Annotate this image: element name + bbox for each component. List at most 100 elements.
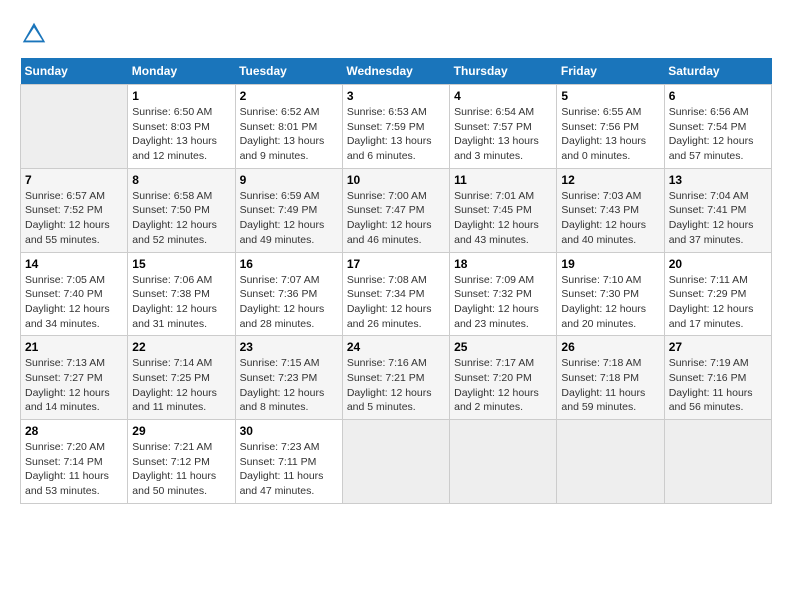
day-number: 21 — [25, 340, 123, 354]
day-number: 20 — [669, 257, 767, 271]
day-cell: 18 Sunrise: 7:09 AM Sunset: 7:32 PM Dayli… — [450, 252, 557, 336]
day-number: 7 — [25, 173, 123, 187]
day-info: Sunrise: 7:11 AM Sunset: 7:29 PM Dayligh… — [669, 273, 767, 332]
day-info: Sunrise: 6:56 AM Sunset: 7:54 PM Dayligh… — [669, 105, 767, 164]
day-number: 6 — [669, 89, 767, 103]
day-cell — [342, 420, 449, 504]
day-info: Sunrise: 7:15 AM Sunset: 7:23 PM Dayligh… — [240, 356, 338, 415]
day-info: Sunrise: 7:17 AM Sunset: 7:20 PM Dayligh… — [454, 356, 552, 415]
day-number: 11 — [454, 173, 552, 187]
day-cell: 27 Sunrise: 7:19 AM Sunset: 7:16 PM Dayli… — [664, 336, 771, 420]
day-cell: 6 Sunrise: 6:56 AM Sunset: 7:54 PM Daylig… — [664, 85, 771, 169]
day-cell: 21 Sunrise: 7:13 AM Sunset: 7:27 PM Dayli… — [21, 336, 128, 420]
day-info: Sunrise: 7:08 AM Sunset: 7:34 PM Dayligh… — [347, 273, 445, 332]
day-cell: 20 Sunrise: 7:11 AM Sunset: 7:29 PM Dayli… — [664, 252, 771, 336]
col-header-thursday: Thursday — [450, 58, 557, 85]
col-header-monday: Monday — [128, 58, 235, 85]
day-cell: 25Sunrise: 7:17 AM Sunset: 7:20 PM Dayli… — [450, 336, 557, 420]
day-number: 23 — [240, 340, 338, 354]
day-info: Sunrise: 6:53 AM Sunset: 7:59 PM Dayligh… — [347, 105, 445, 164]
day-info: Sunrise: 7:06 AM Sunset: 7:38 PM Dayligh… — [132, 273, 230, 332]
day-info: Sunrise: 7:16 AM Sunset: 7:21 PM Dayligh… — [347, 356, 445, 415]
day-info: Sunrise: 7:01 AM Sunset: 7:45 PM Dayligh… — [454, 189, 552, 248]
day-cell: 4 Sunrise: 6:54 AM Sunset: 7:57 PM Daylig… — [450, 85, 557, 169]
day-info: Sunrise: 7:04 AM Sunset: 7:41 PM Dayligh… — [669, 189, 767, 248]
day-cell: 28Sunrise: 7:20 AM Sunset: 7:14 PM Dayli… — [21, 420, 128, 504]
day-number: 8 — [132, 173, 230, 187]
day-cell: 30 Sunrise: 7:23 AM Sunset: 7:11 PM Dayli… — [235, 420, 342, 504]
day-number: 17 — [347, 257, 445, 271]
page-header — [20, 20, 772, 48]
day-info: Sunrise: 7:23 AM Sunset: 7:11 PM Dayligh… — [240, 440, 338, 499]
week-row-1: 1 Sunrise: 6:50 AM Sunset: 8:03 PM Daylig… — [21, 85, 772, 169]
col-header-tuesday: Tuesday — [235, 58, 342, 85]
day-info: Sunrise: 6:55 AM Sunset: 7:56 PM Dayligh… — [561, 105, 659, 164]
day-cell: 2 Sunrise: 6:52 AM Sunset: 8:01 PM Daylig… — [235, 85, 342, 169]
week-row-4: 21 Sunrise: 7:13 AM Sunset: 7:27 PM Dayli… — [21, 336, 772, 420]
day-number: 19 — [561, 257, 659, 271]
day-number: 22 — [132, 340, 230, 354]
day-info: Sunrise: 6:58 AM Sunset: 7:50 PM Dayligh… — [132, 189, 230, 248]
day-cell: 10 Sunrise: 7:00 AM Sunset: 7:47 PM Dayli… — [342, 168, 449, 252]
day-number: 10 — [347, 173, 445, 187]
col-header-saturday: Saturday — [664, 58, 771, 85]
day-cell — [664, 420, 771, 504]
calendar-table: SundayMondayTuesdayWednesdayThursdayFrid… — [20, 58, 772, 504]
day-cell: 1 Sunrise: 6:50 AM Sunset: 8:03 PM Daylig… — [128, 85, 235, 169]
day-info: Sunrise: 6:54 AM Sunset: 7:57 PM Dayligh… — [454, 105, 552, 164]
day-number: 5 — [561, 89, 659, 103]
day-info: Sunrise: 7:00 AM Sunset: 7:47 PM Dayligh… — [347, 189, 445, 248]
day-cell: 29 Sunrise: 7:21 AM Sunset: 7:12 PM Dayli… — [128, 420, 235, 504]
day-info: Sunrise: 6:50 AM Sunset: 8:03 PM Dayligh… — [132, 105, 230, 164]
day-info: Sunrise: 7:07 AM Sunset: 7:36 PM Dayligh… — [240, 273, 338, 332]
day-cell: 13Sunrise: 7:04 AM Sunset: 7:41 PM Dayli… — [664, 168, 771, 252]
day-cell — [450, 420, 557, 504]
day-info: Sunrise: 6:59 AM Sunset: 7:49 PM Dayligh… — [240, 189, 338, 248]
day-cell: 5 Sunrise: 6:55 AM Sunset: 7:56 PM Daylig… — [557, 85, 664, 169]
day-cell: 11 Sunrise: 7:01 AM Sunset: 7:45 PM Dayli… — [450, 168, 557, 252]
day-info: Sunrise: 7:13 AM Sunset: 7:27 PM Dayligh… — [25, 356, 123, 415]
calendar-header-row: SundayMondayTuesdayWednesdayThursdayFrid… — [21, 58, 772, 85]
logo-icon — [20, 20, 48, 48]
day-cell: 9 Sunrise: 6:59 AM Sunset: 7:49 PM Daylig… — [235, 168, 342, 252]
day-number: 16 — [240, 257, 338, 271]
day-info: Sunrise: 7:10 AM Sunset: 7:30 PM Dayligh… — [561, 273, 659, 332]
day-cell: 7Sunrise: 6:57 AM Sunset: 7:52 PM Daylig… — [21, 168, 128, 252]
day-cell — [557, 420, 664, 504]
day-number: 12 — [561, 173, 659, 187]
day-number: 1 — [132, 89, 230, 103]
logo — [20, 20, 52, 48]
day-cell: 3 Sunrise: 6:53 AM Sunset: 7:59 PM Daylig… — [342, 85, 449, 169]
week-row-3: 14 Sunrise: 7:05 AM Sunset: 7:40 PM Dayli… — [21, 252, 772, 336]
day-number: 4 — [454, 89, 552, 103]
col-header-sunday: Sunday — [21, 58, 128, 85]
day-info: Sunrise: 7:21 AM Sunset: 7:12 PM Dayligh… — [132, 440, 230, 499]
day-number: 26 — [561, 340, 659, 354]
day-number: 9 — [240, 173, 338, 187]
day-number: 3 — [347, 89, 445, 103]
day-cell: 15 Sunrise: 7:06 AM Sunset: 7:38 PM Dayli… — [128, 252, 235, 336]
day-cell: 16 Sunrise: 7:07 AM Sunset: 7:36 PM Dayli… — [235, 252, 342, 336]
day-cell: 19 Sunrise: 7:10 AM Sunset: 7:30 PM Dayli… — [557, 252, 664, 336]
day-number: 27 — [669, 340, 767, 354]
day-number: 14 — [25, 257, 123, 271]
day-cell: 24 Sunrise: 7:16 AM Sunset: 7:21 PM Dayli… — [342, 336, 449, 420]
day-info: Sunrise: 7:09 AM Sunset: 7:32 PM Dayligh… — [454, 273, 552, 332]
day-number: 24 — [347, 340, 445, 354]
day-info: Sunrise: 7:19 AM Sunset: 7:16 PM Dayligh… — [669, 356, 767, 415]
day-number: 15 — [132, 257, 230, 271]
day-cell: 26Sunrise: 7:18 AM Sunset: 7:18 PM Dayli… — [557, 336, 664, 420]
day-info: Sunrise: 7:05 AM Sunset: 7:40 PM Dayligh… — [25, 273, 123, 332]
day-number: 2 — [240, 89, 338, 103]
day-number: 18 — [454, 257, 552, 271]
day-cell: 8 Sunrise: 6:58 AM Sunset: 7:50 PM Daylig… — [128, 168, 235, 252]
day-number: 29 — [132, 424, 230, 438]
week-row-5: 28Sunrise: 7:20 AM Sunset: 7:14 PM Dayli… — [21, 420, 772, 504]
day-cell: 23 Sunrise: 7:15 AM Sunset: 7:23 PM Dayli… — [235, 336, 342, 420]
day-info: Sunrise: 7:14 AM Sunset: 7:25 PM Dayligh… — [132, 356, 230, 415]
day-number: 30 — [240, 424, 338, 438]
day-number: 28 — [25, 424, 123, 438]
day-info: Sunrise: 6:52 AM Sunset: 8:01 PM Dayligh… — [240, 105, 338, 164]
day-cell: 14 Sunrise: 7:05 AM Sunset: 7:40 PM Dayli… — [21, 252, 128, 336]
col-header-friday: Friday — [557, 58, 664, 85]
